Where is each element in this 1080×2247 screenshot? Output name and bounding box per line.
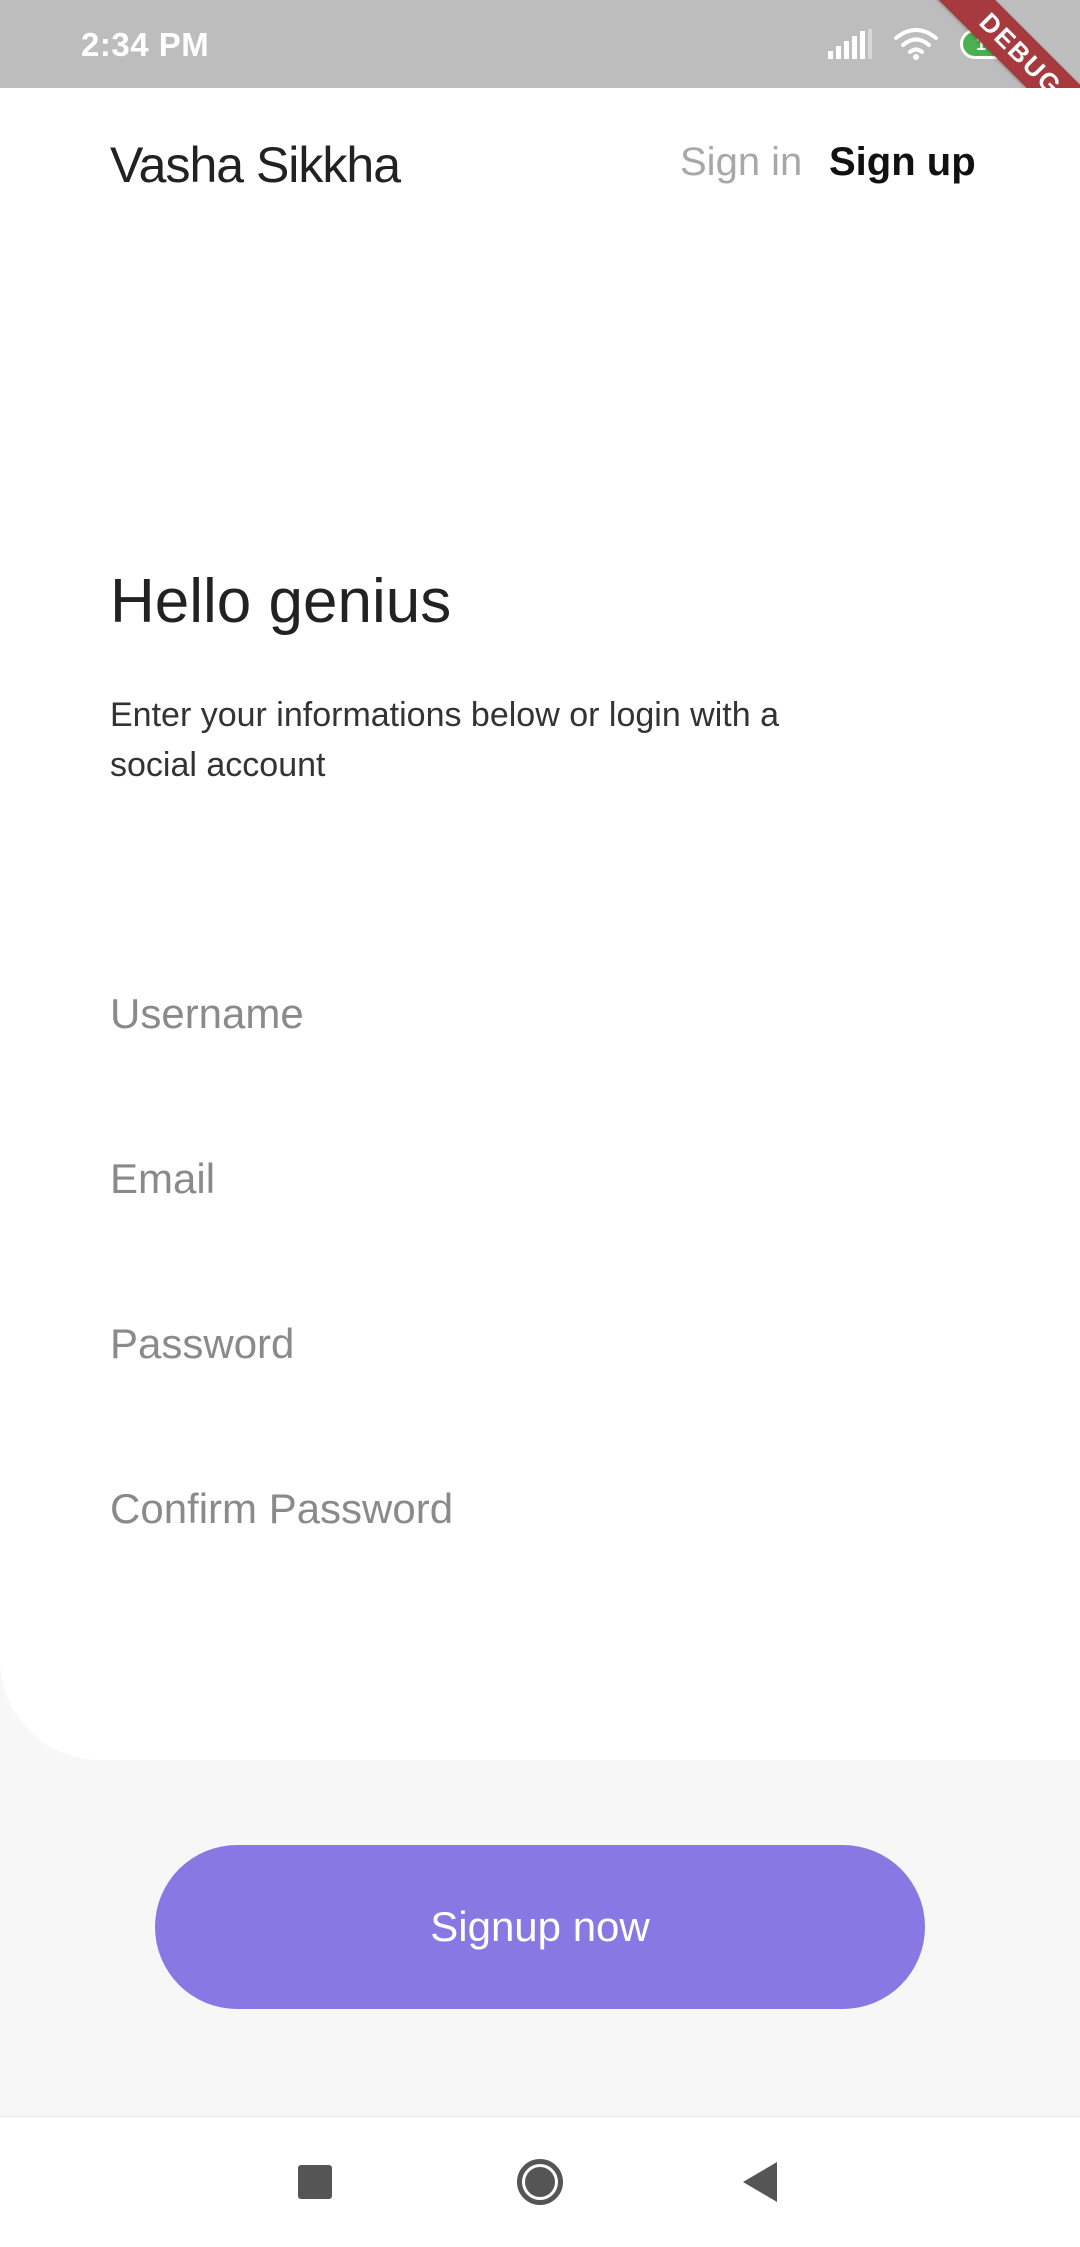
- status-time: 2:34 PM: [81, 26, 210, 63]
- home-button[interactable]: [505, 2147, 575, 2217]
- email-field[interactable]: [110, 1139, 970, 1219]
- home-icon: [517, 2159, 563, 2205]
- username-field[interactable]: [110, 974, 970, 1054]
- tab-sign-in[interactable]: Sign in: [680, 140, 802, 185]
- status-bar: 2:34 PM 100 DEBUG: [0, 0, 1080, 88]
- tab-sign-up[interactable]: Sign up: [829, 140, 976, 185]
- recents-button[interactable]: [280, 2147, 350, 2217]
- signup-now-button[interactable]: Signup now: [155, 1845, 925, 2009]
- password-field[interactable]: [110, 1304, 970, 1384]
- confirm-password-field[interactable]: [110, 1469, 970, 1549]
- signup-card: Vasha Sikkha Sign in Sign up Hello geniu…: [0, 88, 1080, 1760]
- page-title: Hello genius: [110, 567, 452, 636]
- wifi-icon: [894, 28, 938, 60]
- page-subtitle: Enter your informations below or login w…: [110, 696, 779, 784]
- navigation-bar: [0, 2116, 1080, 2247]
- back-button[interactable]: [725, 2147, 795, 2217]
- recents-icon: [298, 2165, 332, 2199]
- back-icon: [743, 2162, 777, 2202]
- app-logo: Vasha Sikkha: [110, 137, 401, 193]
- signal-icon: [828, 29, 872, 59]
